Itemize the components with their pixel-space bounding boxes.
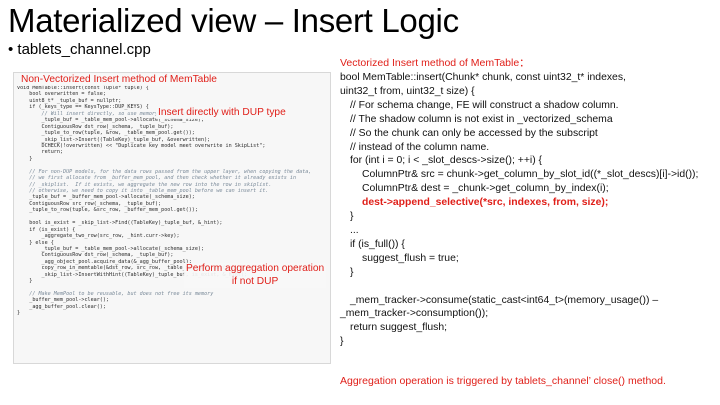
code-screenshot: void MemTable::insert(const Tuple* tuple… — [13, 72, 331, 364]
vectorized-heading: Vectorized Insert method of MemTable： — [340, 57, 530, 69]
code-line: // So the chunk can only be accessed by … — [350, 127, 598, 139]
aggregation-trigger-note: Aggregation operation is triggered by ta… — [340, 375, 666, 387]
code-line: } — [340, 336, 344, 348]
code-line: // The shadow column is not exist in _ve… — [350, 113, 613, 125]
slide-title: Materialized view – Insert Logic — [8, 2, 459, 39]
annotation-aggregation-line1: Perform aggregation operation — [186, 263, 325, 274]
code-line: // instead of the column name. — [350, 141, 490, 153]
code-line: if (is_full()) { — [350, 238, 405, 250]
code-line: // For schema change, FE will construct … — [350, 99, 619, 111]
code-line: // we first allocate from _buffer_mem_po… — [17, 175, 297, 182]
annotation-aggregation: Perform aggregation operation if not DUP — [184, 263, 327, 288]
code-line: ColumnPtr& dest = _chunk->get_column_by_… — [362, 183, 609, 195]
code-line: } — [17, 310, 21, 317]
code-line: ... — [350, 224, 359, 236]
code-line: return suggest_flush; — [350, 322, 448, 334]
annotation-insert-dup: Insert directly with DUP type — [156, 107, 288, 119]
vectorized-insert-section: Vectorized Insert method of MemTable： bo… — [340, 57, 718, 349]
code-line: ColumnPtr& src = chunk->get_column_by_sl… — [362, 169, 699, 181]
code-line: } — [350, 266, 354, 278]
code-line: for (int i = 0; i < _slot_descs->size();… — [350, 155, 543, 167]
code-line: } — [350, 211, 354, 223]
highlighted-code-line: dest->append_selective(*src, indexes, fr… — [362, 197, 609, 209]
code-line: suggest_flush = true; — [362, 252, 459, 264]
annotation-non-vectorized: Non-Vectorized Insert method of MemTable — [19, 74, 219, 86]
bullet-text: tablets_channel.cpp — [17, 41, 151, 58]
bullet-point: • tablets_channel.cpp — [8, 41, 151, 58]
code-line: bool MemTable::insert(Chunk* chunk, cons… — [340, 72, 626, 83]
code-line: uint32_t from, uint32_t size) { — [340, 85, 475, 97]
vectorized-code: bool MemTable::insert(Chunk* chunk, cons… — [340, 71, 718, 349]
annotation-aggregation-line2: if not DUP — [231, 275, 279, 287]
code-line: _mem_tracker->consumption()); — [340, 308, 489, 320]
code-line: _mem_tracker->consume(static_cast<int64_… — [350, 294, 659, 306]
